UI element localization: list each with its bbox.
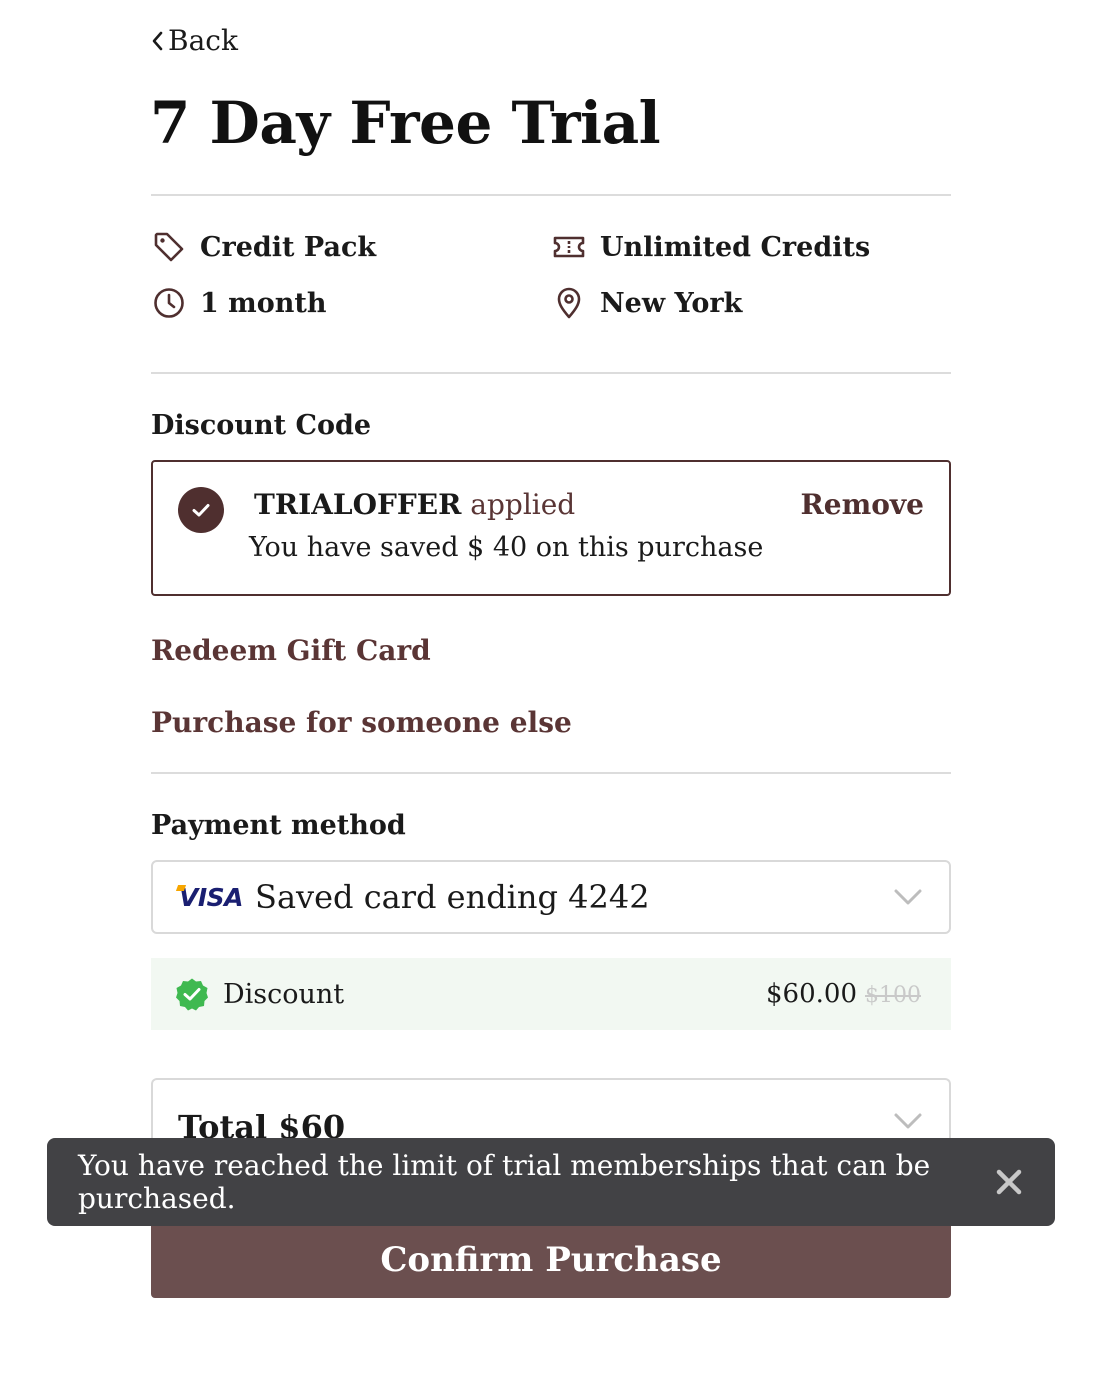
chevron-down-icon bbox=[894, 1113, 922, 1129]
product-type: Credit Pack bbox=[152, 230, 376, 264]
ticket-icon bbox=[553, 236, 585, 258]
discount-code: TRIALOFFER bbox=[254, 488, 462, 521]
clock-icon bbox=[154, 288, 184, 318]
chevron-down-icon bbox=[894, 889, 922, 905]
confirm-purchase-button[interactable]: Confirm Purchase bbox=[151, 1214, 951, 1298]
discount-code-status: TRIALOFFER applied bbox=[254, 488, 575, 521]
original-price: $100 bbox=[865, 983, 921, 1008]
payment-method-value: Saved card ending 4242 bbox=[255, 878, 650, 916]
back-link[interactable]: Back bbox=[150, 24, 238, 57]
product-location-label: New York bbox=[600, 287, 743, 319]
applied-label: applied bbox=[470, 488, 576, 521]
back-label: Back bbox=[168, 24, 238, 57]
chevron-left-icon bbox=[152, 31, 163, 50]
tag-icon bbox=[154, 232, 184, 262]
discount-label: Discount bbox=[223, 978, 345, 1010]
divider bbox=[151, 772, 951, 774]
savings-message: You have saved $ 40 on this purchase bbox=[249, 532, 764, 563]
visa-icon: VISA bbox=[179, 882, 244, 912]
product-credits: Unlimited Credits bbox=[552, 230, 870, 264]
discount-summary-row: Discount $60.00 $100 bbox=[151, 958, 951, 1030]
product-location: New York bbox=[552, 286, 742, 320]
divider bbox=[151, 194, 951, 196]
error-toast: You have reached the limit of trial memb… bbox=[47, 1138, 1055, 1226]
verified-badge-icon bbox=[176, 978, 208, 1011]
redeem-gift-card-link[interactable]: Redeem Gift Card bbox=[151, 634, 431, 667]
discounted-price: $60.00 bbox=[766, 979, 857, 1009]
discount-code-heading: Discount Code bbox=[151, 410, 372, 441]
product-duration: 1 month bbox=[152, 286, 327, 320]
applied-discount-card: TRIALOFFER applied You have saved $ 40 o… bbox=[151, 460, 951, 596]
purchase-for-someone-else-link[interactable]: Purchase for someone else bbox=[151, 706, 572, 739]
price: $60.00 $100 bbox=[766, 979, 921, 1009]
product-duration-label: 1 month bbox=[200, 287, 327, 319]
payment-method-heading: Payment method bbox=[151, 810, 406, 841]
product-type-label: Credit Pack bbox=[200, 231, 377, 263]
page-title: 7 Day Free Trial bbox=[150, 89, 661, 157]
payment-method-select[interactable]: VISA Saved card ending 4242 bbox=[151, 860, 951, 934]
toast-message: You have reached the limit of trial memb… bbox=[78, 1149, 931, 1215]
location-pin-icon bbox=[557, 287, 581, 319]
product-credits-label: Unlimited Credits bbox=[600, 231, 871, 263]
divider bbox=[151, 372, 951, 374]
check-icon bbox=[178, 487, 224, 533]
close-icon[interactable] bbox=[995, 1168, 1023, 1196]
remove-discount-button[interactable]: Remove bbox=[801, 488, 924, 521]
